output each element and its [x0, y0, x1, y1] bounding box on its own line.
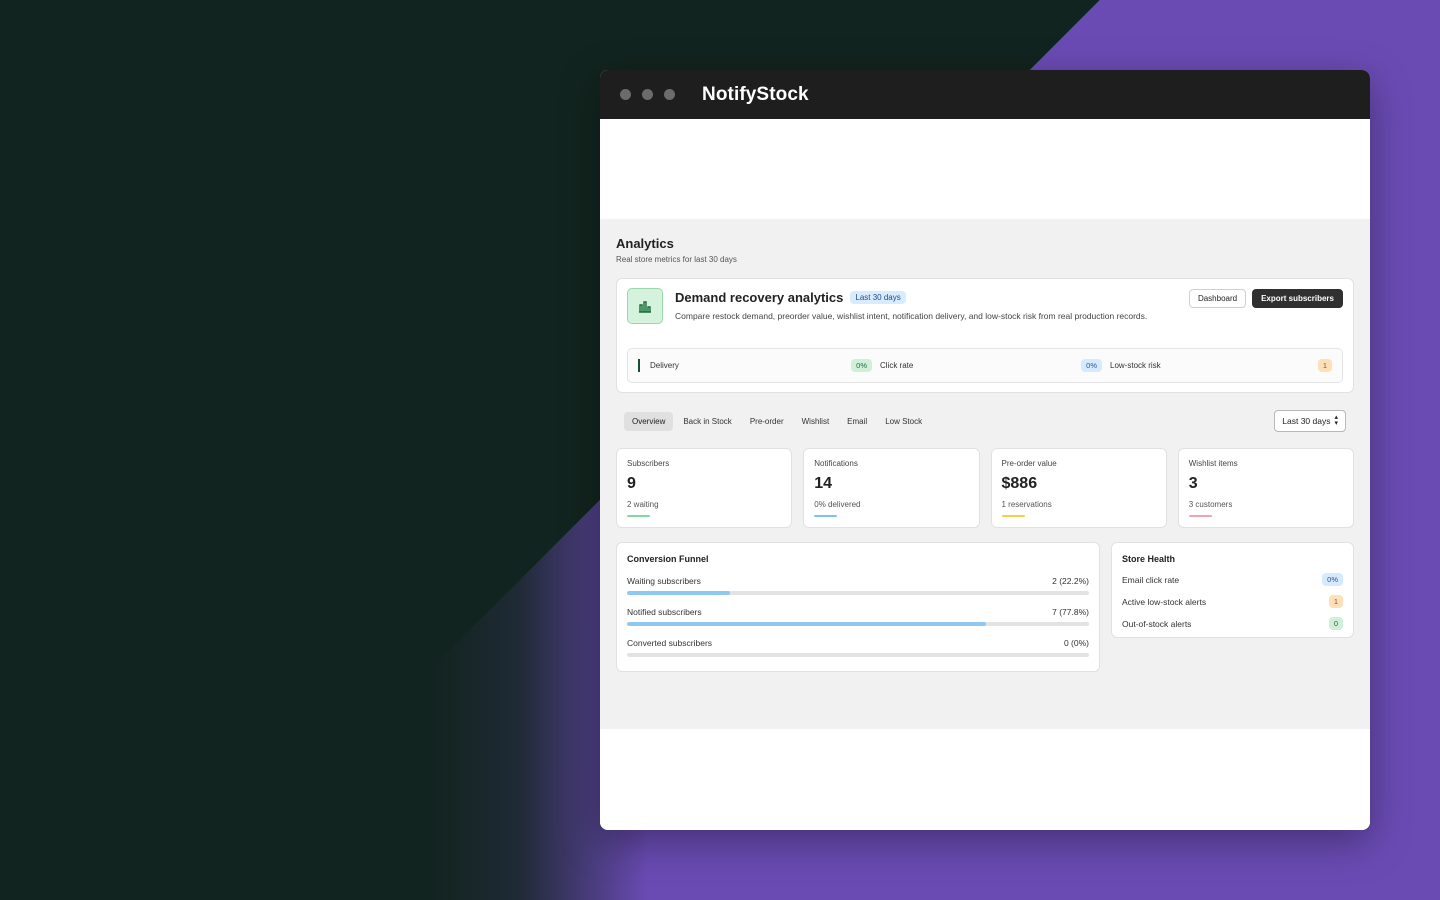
metric-delivery: Delivery 0%	[650, 359, 872, 372]
funnel-value: 0 (0%)	[1063, 638, 1089, 648]
hero-title: Demand recovery analytics	[675, 290, 844, 305]
metric-value: 1	[1317, 359, 1332, 372]
stat-value: 9	[627, 475, 636, 492]
health-row: Out-of-stock alerts 0	[1122, 617, 1343, 630]
title-bar: NotifyStock	[600, 70, 1370, 119]
tab-wishlist[interactable]: Wishlist	[794, 412, 838, 431]
tab-back-in-stock[interactable]: Back in Stock	[675, 412, 739, 431]
stat-value: 3	[1188, 475, 1198, 492]
export-subscribers-button[interactable]: Export subscribers	[1252, 289, 1343, 308]
health-value: 0%	[1322, 573, 1343, 586]
chevron-up-down-icon: ▴ ▾	[1334, 414, 1338, 427]
stat-label: Wishlist items	[1188, 459, 1238, 468]
stat-card-subscribers: Subscribers 9 2 waiting	[616, 448, 793, 528]
health-value: 0	[1328, 617, 1343, 630]
strip-marker	[638, 359, 640, 372]
date-range-value: Last 30 days	[1282, 416, 1331, 426]
page-subtitle: Real store metrics for last 30 days	[616, 255, 737, 264]
funnel-value: 2 (22.2%)	[1052, 576, 1089, 586]
metric-value: 0%	[1081, 359, 1102, 372]
stat-accent-bar	[814, 515, 838, 517]
store-health-card: Store Health Email click rate 0% Active …	[1111, 542, 1354, 638]
metric-click-rate: Click rate 0%	[880, 359, 1102, 372]
app-title: NotifyStock	[702, 83, 809, 105]
period-badge: Last 30 days	[850, 291, 906, 304]
window-maximize-dot[interactable]	[664, 89, 675, 100]
health-row: Active low-stock alerts 1	[1122, 595, 1343, 608]
funnel-label: Notified subscribers	[627, 607, 702, 617]
app-window: NotifyStock Analytics Real store metrics…	[600, 70, 1370, 830]
funnel-row: Notified subscribers 7 (77.8%)	[627, 607, 1089, 626]
tab-pre-order[interactable]: Pre-order	[742, 412, 792, 431]
conversion-funnel-card: Conversion Funnel Waiting subscribers 2 …	[616, 542, 1100, 672]
tab-email[interactable]: Email	[839, 412, 875, 431]
metric-low-stock-risk: Low-stock risk 1	[1110, 359, 1332, 372]
funnel-label: Waiting subscribers	[627, 576, 701, 586]
stat-card-wishlist-items: Wishlist items 3 3 customers	[1177, 448, 1354, 528]
stat-sub: 2 waiting	[627, 500, 659, 509]
stat-accent-bar	[1001, 515, 1025, 517]
stat-label: Subscribers	[627, 459, 670, 468]
stat-sub: 0% delivered	[814, 500, 861, 509]
stat-label: Pre-order value	[1001, 459, 1057, 468]
stat-accent-bar	[1188, 515, 1212, 517]
stat-accent-bar	[627, 515, 650, 517]
metric-label: Delivery	[650, 361, 679, 370]
stat-card-pre-order-value: Pre-order value $886 1 reservations	[990, 448, 1167, 528]
stat-label: Notifications	[814, 459, 858, 468]
stat-value: 14	[814, 475, 833, 492]
analytics-content: Analytics Real store metrics for last 30…	[600, 219, 1370, 729]
stat-card-notifications: Notifications 14 0% delivered	[803, 448, 980, 528]
top-blank-area	[600, 119, 1370, 219]
funnel-track	[627, 591, 1089, 595]
analytics-tabs: Overview Back in Stock Pre-order Wishlis…	[624, 411, 930, 431]
health-label: Email click rate	[1122, 574, 1180, 585]
metric-value: 0%	[851, 359, 872, 372]
building-chart-icon	[627, 288, 663, 324]
hero-actions: Dashboard Export subscribers	[1188, 289, 1343, 308]
window-minimize-dot[interactable]	[642, 89, 653, 100]
dashboard-button[interactable]: Dashboard	[1188, 289, 1247, 308]
tab-overview[interactable]: Overview	[624, 411, 674, 431]
page-title: Analytics	[616, 236, 674, 251]
window-close-dot[interactable]	[620, 89, 631, 100]
metric-label: Low-stock risk	[1110, 361, 1161, 370]
funnel-row: Converted subscribers 0 (0%)	[627, 638, 1089, 657]
stat-value: $886	[1001, 475, 1038, 492]
stat-sub: 1 reservations	[1001, 500, 1052, 509]
demand-recovery-card: Demand recovery analytics Last 30 days C…	[616, 278, 1354, 393]
health-label: Out-of-stock alerts	[1122, 618, 1192, 629]
date-range-select[interactable]: Last 30 days ▴ ▾	[1274, 410, 1346, 432]
health-label: Active low-stock alerts	[1122, 596, 1207, 607]
health-title: Store Health	[1122, 554, 1176, 564]
tabs-row: Overview Back in Stock Pre-order Wishlis…	[616, 410, 1354, 432]
hero-description: Compare restock demand, preorder value, …	[675, 311, 1148, 321]
metric-strip: Delivery 0% Click rate 0% Low-stock risk…	[627, 348, 1343, 383]
lower-panels: Conversion Funnel Waiting subscribers 2 …	[616, 542, 1354, 672]
hero-header: Demand recovery analytics Last 30 days	[675, 290, 906, 305]
funnel-label: Converted subscribers	[627, 638, 713, 648]
bottom-blank-area	[600, 729, 1370, 830]
funnel-row: Waiting subscribers 2 (22.2%)	[627, 576, 1089, 595]
health-value: 1	[1328, 595, 1343, 608]
metric-label: Click rate	[880, 361, 914, 370]
funnel-fill	[627, 591, 730, 595]
funnel-track	[627, 622, 1089, 626]
funnel-value: 7 (77.8%)	[1052, 607, 1089, 617]
funnel-track	[627, 653, 1089, 657]
funnel-title: Conversion Funnel	[627, 554, 709, 564]
building-chart-icon-svg	[639, 300, 651, 313]
tab-low-stock[interactable]: Low Stock	[877, 412, 930, 431]
funnel-fill	[627, 622, 987, 626]
stat-cards: Subscribers 9 2 waiting Notifications 14…	[616, 448, 1354, 528]
health-row: Email click rate 0%	[1122, 573, 1343, 586]
stat-sub: 3 customers	[1188, 500, 1233, 509]
